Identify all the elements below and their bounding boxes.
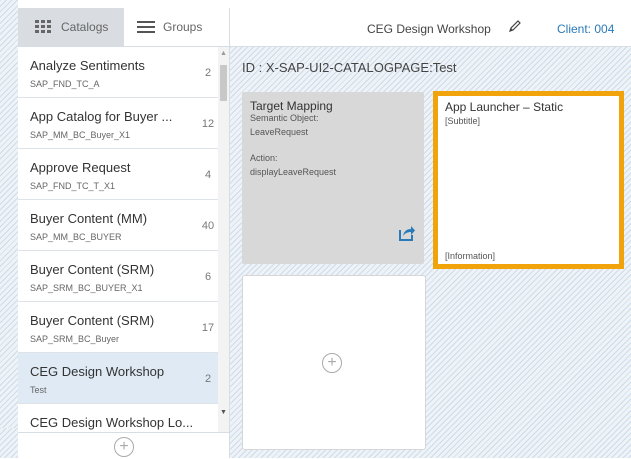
catalog-count: 6 xyxy=(204,271,212,283)
add-catalog-icon[interactable]: + xyxy=(114,437,134,457)
page-title: CEG Design Workshop xyxy=(367,22,491,36)
catalog-count: 4 xyxy=(204,169,212,181)
add-tile[interactable]: + xyxy=(242,275,426,450)
list-item[interactable]: Buyer Content (SRM) SAP_SRM_BC_BUYER_X1 … xyxy=(18,251,218,302)
catalog-id: SAP_FND_TC_A xyxy=(30,79,100,89)
tab-label: Groups xyxy=(163,20,203,34)
list-item[interactable]: App Catalog for Buyer ... SAP_MM_BC_Buye… xyxy=(18,98,218,149)
catalog-id: SAP_MM_BC_BUYER xyxy=(30,232,122,242)
sidebar-tabs: Catalogs Groups xyxy=(18,8,229,47)
list-item[interactable]: Buyer Content (SRM) SAP_SRM_BC_Buyer 17 xyxy=(18,302,218,353)
scroll-thumb[interactable] xyxy=(220,65,227,101)
scroll-up-icon[interactable]: ▲ xyxy=(218,49,229,59)
catalog-title: App Catalog for Buyer ... xyxy=(30,109,173,124)
tab-catalogs[interactable]: Catalogs xyxy=(18,8,124,46)
list-item[interactable]: Approve Request SAP_FND_TC_T_X1 4 xyxy=(18,149,218,200)
catalog-count: 2 xyxy=(204,373,212,385)
catalog-sidebar: Catalogs Groups Analyze Sentiments SAP_F… xyxy=(18,8,230,459)
catalog-id: SAP_MM_BC_Buyer_X1 xyxy=(30,130,131,140)
action-value: displayLeaveRequest xyxy=(250,167,337,177)
pencil-icon[interactable] xyxy=(508,19,522,33)
catalog-title: Approve Request xyxy=(30,160,131,175)
list-scrollbar[interactable]: ▲ ▼ xyxy=(218,47,229,432)
tab-groups[interactable]: Groups xyxy=(124,8,229,46)
action-label: Action: xyxy=(250,153,278,163)
catalog-title: Buyer Content (SRM) xyxy=(30,313,155,328)
catalog-count: 2 xyxy=(204,67,212,79)
page-header: CEG Design Workshop Client: 004 xyxy=(230,8,631,47)
list-item[interactable]: Analyze Sentiments SAP_FND_TC_A 2 xyxy=(18,47,218,98)
catalog-list: Analyze Sentiments SAP_FND_TC_A 2 App Ca… xyxy=(18,47,218,432)
catalog-count: 12 xyxy=(201,118,215,130)
catalog-id: SAP_FND_TC_T_X1 xyxy=(30,181,116,191)
list-icon xyxy=(137,21,155,33)
add-circle-icon[interactable]: + xyxy=(322,353,342,373)
background-pattern xyxy=(0,428,18,458)
catalog-id: SAP_SRM_BC_BUYER_X1 xyxy=(30,283,143,293)
catalog-id: SAP_SRM_BC_Buyer xyxy=(30,334,120,344)
catalog-title: Buyer Content (MM) xyxy=(30,211,148,226)
app-launcher-tile[interactable]: App Launcher – Static [Subtitle] [Inform… xyxy=(433,91,624,269)
tab-label: Catalogs xyxy=(61,20,109,34)
sidebar-footer: + xyxy=(18,432,229,459)
catalog-title: Analyze Sentiments xyxy=(30,58,145,73)
semantic-object-value: LeaveRequest xyxy=(250,127,309,137)
tile-title: Target Mapping xyxy=(250,99,333,113)
target-mapping-tile[interactable]: Target Mapping Semantic Object: LeaveReq… xyxy=(242,92,424,264)
tile-subtitle: [Subtitle] xyxy=(445,116,481,126)
catalog-page-id: ID : X-SAP-UI2-CATALOGPAGE:Test xyxy=(242,60,457,75)
catalog-count: 40 xyxy=(201,220,215,232)
list-item[interactable]: Buyer Content (MM) SAP_MM_BC_BUYER 40 xyxy=(18,200,218,251)
list-item[interactable]: CEG Design Workshop Lo... xyxy=(18,404,218,432)
share-icon[interactable] xyxy=(398,224,416,242)
scroll-down-icon[interactable]: ▼ xyxy=(218,408,229,418)
catalog-count: 17 xyxy=(201,322,215,334)
tile-information: [Information] xyxy=(445,251,496,261)
list-item-selected[interactable]: CEG Design Workshop Test 2 xyxy=(18,353,218,404)
tile-title: App Launcher – Static xyxy=(445,100,564,114)
grid-icon xyxy=(35,20,53,34)
client-label[interactable]: Client: 004 xyxy=(557,22,614,36)
semantic-object-label: Semantic Object: xyxy=(250,113,319,123)
catalog-title: Buyer Content (SRM) xyxy=(30,262,155,277)
catalog-id: Test xyxy=(30,385,47,395)
background-pattern xyxy=(0,0,18,458)
catalog-content: ID : X-SAP-UI2-CATALOGPAGE:Test Target M… xyxy=(230,47,631,458)
catalog-title: CEG Design Workshop Lo... xyxy=(30,415,194,430)
catalog-title: CEG Design Workshop xyxy=(30,364,165,379)
